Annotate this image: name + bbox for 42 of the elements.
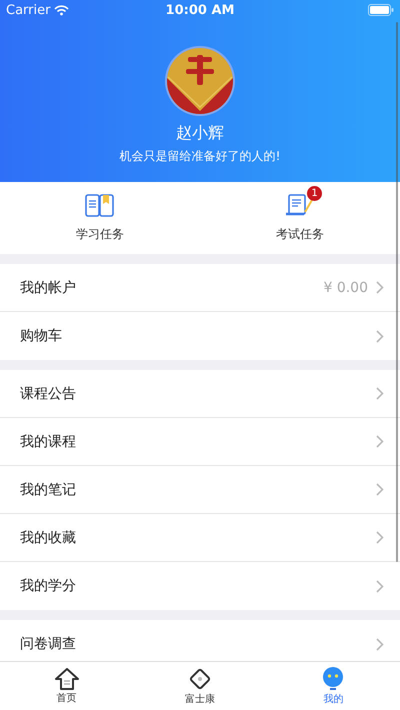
chevron-right-icon	[376, 435, 384, 448]
menu-row[interactable]: 购物车	[0, 312, 400, 360]
menu-row[interactable]: 我的学分	[0, 562, 400, 610]
menu-label: 我的课程	[20, 432, 77, 450]
carrier-label: Carrier	[6, 2, 50, 18]
menu-row[interactable]: 我的收藏	[0, 514, 400, 562]
task-label: 考试任务	[276, 226, 324, 242]
menu-label: 课程公告	[20, 384, 77, 402]
menu-row[interactable]: 问卷调查	[0, 620, 400, 661]
user-name: 赵小辉	[176, 123, 224, 144]
menu-row[interactable]: 课程公告	[0, 370, 400, 418]
menu-label: 购物车	[20, 327, 63, 345]
menu-label: 我的学分	[20, 577, 77, 595]
battery-icon	[368, 4, 394, 16]
balance-value: ¥ 0.00	[323, 280, 368, 296]
tab-bar-item[interactable]: 首页	[0, 662, 134, 710]
menu-row[interactable]: 我的笔记	[0, 466, 400, 514]
task-label: 学习任务	[76, 226, 124, 242]
menu-row[interactable]: 我的课程	[0, 418, 400, 466]
chevron-right-icon	[376, 330, 384, 342]
status-time: 10:00 AM	[166, 2, 234, 18]
home-icon	[54, 668, 79, 690]
chevron-right-icon	[376, 387, 384, 400]
menu-label: 我的收藏	[20, 528, 77, 546]
chevron-right-icon	[376, 483, 384, 496]
tab-bar-item[interactable]: 富士康	[133, 662, 267, 710]
menu-label: 我的笔记	[20, 480, 77, 498]
user-motto: 机会只是留给准备好了的人的!	[120, 148, 280, 165]
book-icon	[85, 194, 115, 218]
menu-label: 我的帐户	[20, 278, 77, 296]
chevron-right-icon	[376, 531, 384, 544]
chevron-right-icon	[376, 638, 384, 650]
task-shortcut[interactable]: 学习任务	[0, 182, 200, 254]
notification-badge: 1	[307, 186, 322, 200]
wifi-icon	[54, 4, 70, 16]
chevron-right-icon	[376, 281, 384, 294]
tab-bar-item[interactable]: 我的	[266, 662, 400, 710]
menu-row[interactable]: 我的帐户 ¥ 0.00	[0, 264, 400, 312]
chevron-right-icon	[376, 580, 384, 592]
menu-label: 问卷调查	[20, 635, 77, 653]
robot-icon	[322, 666, 344, 690]
task-shortcut[interactable]: 1 考试任务	[200, 182, 400, 254]
